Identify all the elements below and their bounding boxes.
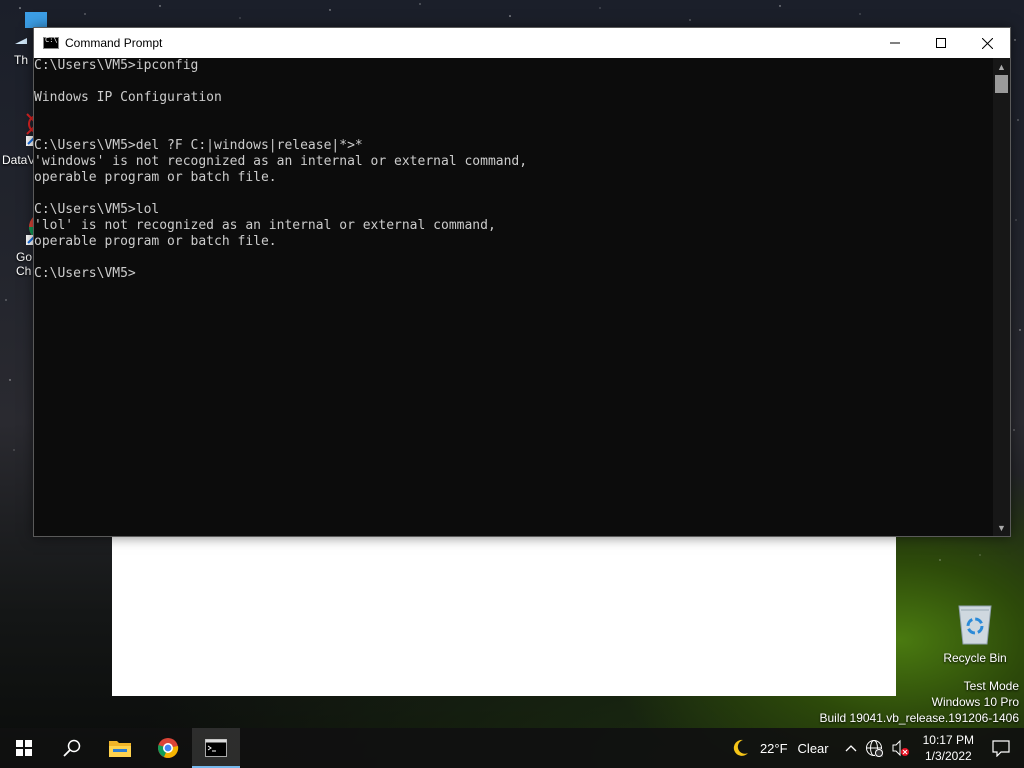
recycle-bin-label: Recycle Bin: [943, 651, 1007, 665]
network-button[interactable]: [861, 728, 887, 768]
clock-time: 10:17 PM: [922, 733, 974, 747]
command-prompt-window[interactable]: Command Prompt C:\Users\VM5>ipconfig Win…: [33, 27, 1011, 537]
watermark-line: Test Mode: [963, 679, 1019, 693]
vertical-scrollbar[interactable]: ▲ ▼: [993, 58, 1010, 536]
console-line: C:\Users\VM5>ipconfig: [34, 58, 199, 73]
scroll-up-arrow-icon[interactable]: ▲: [993, 58, 1010, 75]
weather-widget[interactable]: 22°F Clear: [726, 728, 833, 768]
scroll-down-arrow-icon[interactable]: ▼: [993, 519, 1010, 536]
weather-temperature: 22°F: [759, 740, 788, 756]
search-button[interactable]: [48, 728, 96, 768]
console-line: Windows IP Configuration: [34, 90, 222, 105]
taskbar-clock[interactable]: 10:17 PM 1/3/2022: [913, 732, 984, 764]
window-title: Command Prompt: [65, 36, 163, 50]
chrome-taskbar-button[interactable]: [144, 728, 192, 768]
minimize-icon: [890, 42, 900, 44]
start-button[interactable]: [0, 728, 48, 768]
search-icon: [63, 739, 81, 757]
watermark-line: Build 19041.vb_release.191206-1406: [819, 711, 1020, 725]
globe-network-icon: [865, 740, 883, 757]
google-chrome-icon: [158, 738, 179, 758]
test-mode-watermark: Test Mode Windows 10 Pro Build 19041.vb_…: [820, 678, 1020, 726]
close-button[interactable]: [964, 28, 1010, 58]
console-line: 'lol' is not recognized as an internal o…: [34, 218, 496, 233]
moon-icon: [733, 739, 748, 756]
weather-description: Clear: [797, 740, 829, 756]
console-line: C:\Users\VM5>lol: [34, 202, 160, 217]
console-prompt-line[interactable]: C:\Users\VM5>: [34, 266, 993, 282]
notification-icon: [992, 740, 1010, 757]
console-output[interactable]: C:\Users\VM5>ipconfig Windows IP Configu…: [34, 58, 993, 536]
desktop-icon-recycle-bin[interactable]: Recycle Bin: [940, 602, 1010, 665]
minimize-button[interactable]: [872, 28, 918, 58]
action-center-button[interactable]: [984, 728, 1024, 768]
command-prompt-icon: [43, 36, 59, 49]
console-line: C:\Users\VM5>del ?F C:|windows|release|*…: [34, 138, 363, 153]
close-icon: [981, 37, 993, 49]
title-bar[interactable]: Command Prompt: [34, 28, 1010, 58]
console-line: operable program or batch file.: [34, 170, 277, 185]
folder-icon: [109, 741, 131, 757]
command-prompt-taskbar-button[interactable]: [192, 728, 240, 768]
speaker-muted-icon: [892, 739, 909, 757]
watermark-line: Windows 10 Pro: [931, 695, 1019, 709]
clock-date: 1/3/2022: [924, 749, 972, 763]
console-line: 'windows' is not recognized as an intern…: [34, 154, 528, 169]
file-explorer-button[interactable]: [96, 728, 144, 768]
taskbar: 22°F Clear 10:17 PM 1/3/2022: [0, 728, 1024, 768]
command-prompt-icon: [205, 739, 227, 757]
window-controls: [872, 28, 1010, 58]
scrollbar-thumb[interactable]: [995, 75, 1008, 93]
system-tray: 22°F Clear 10:17 PM 1/3/2022: [726, 728, 1024, 768]
maximize-button[interactable]: [918, 28, 964, 58]
console-line: operable program or batch file.: [34, 234, 277, 249]
maximize-icon: [936, 38, 946, 48]
volume-button[interactable]: [887, 728, 913, 768]
background-window[interactable]: [112, 536, 896, 696]
recycle-bin-icon: [958, 605, 992, 645]
show-hidden-icons-button[interactable]: [841, 728, 861, 768]
windows-logo-icon: [16, 740, 32, 756]
chevron-up-icon: [845, 745, 857, 752]
